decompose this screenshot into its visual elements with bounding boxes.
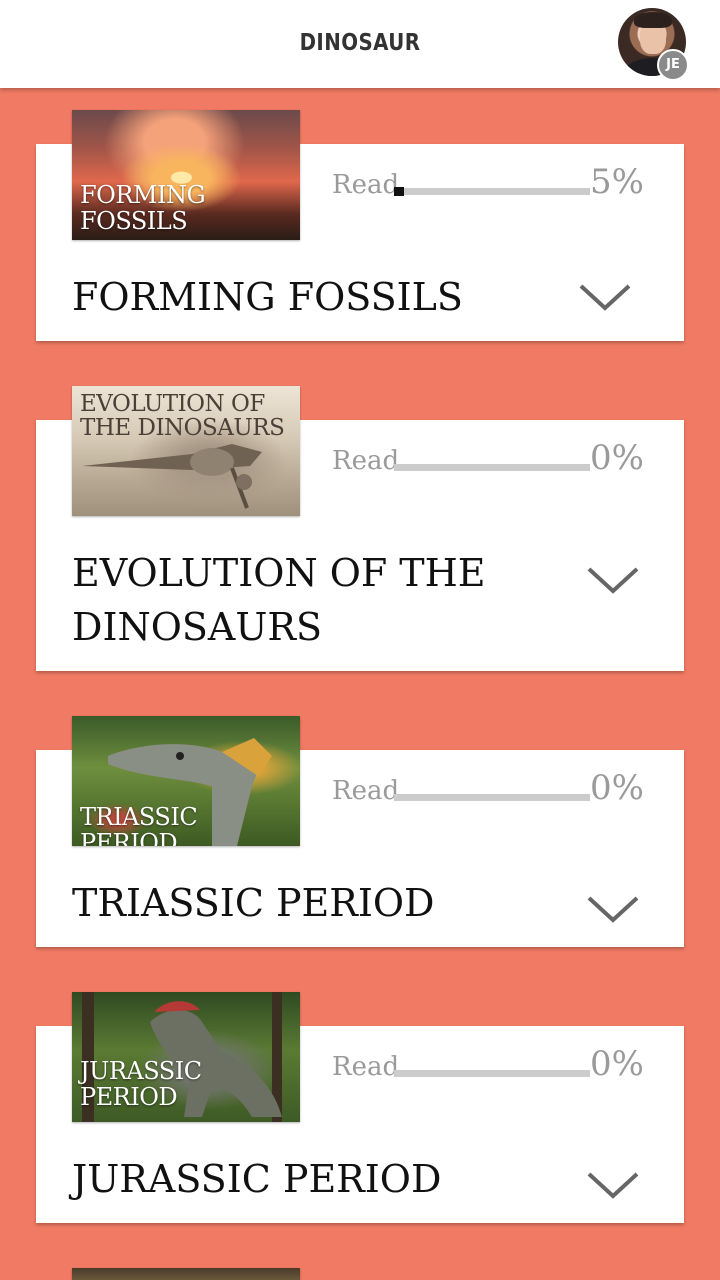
chevron-down-icon[interactable] [586, 565, 640, 597]
chevron-down-icon[interactable] [578, 282, 632, 314]
thumbnail-caption: JURASSIC PERIOD [80, 1057, 202, 1111]
read-percent: 0% [590, 768, 644, 808]
avatar-badge: JE [657, 49, 689, 81]
app-title: DINOSAUR [299, 30, 421, 56]
chevron-down-icon[interactable] [586, 894, 640, 926]
chapter-thumbnail[interactable]: FORMING FOSSILS [72, 110, 300, 240]
read-progress-track [394, 1070, 590, 1077]
read-label: Read [332, 1052, 400, 1082]
read-label: Read [332, 776, 400, 806]
avatar-hair [634, 12, 672, 28]
thumbnail-caption: FORMING FOSSILS [80, 181, 206, 235]
chapter-title: EVOLUTION OF THE DINOSAURS [72, 551, 486, 649]
read-label: Read [332, 170, 400, 200]
top-bar: DINOSAUR JE [0, 0, 720, 88]
chapter-thumbnail[interactable]: TRIASSIC PERIOD [72, 716, 300, 846]
read-percent: 0% [590, 1044, 644, 1084]
read-label: Read [332, 446, 400, 476]
chapter-title: FORMING FOSSILS [72, 275, 463, 319]
read-progress-track [394, 464, 590, 471]
read-progress-track [394, 794, 590, 801]
thumbnail-caption: EVOLUTION OF THE DINOSAURS [80, 391, 285, 441]
read-progress-fill [394, 187, 404, 196]
chapter-thumbnail[interactable]: JURASSIC PERIOD [72, 992, 300, 1122]
chevron-down-icon[interactable] [586, 1170, 640, 1202]
read-progress-track [394, 187, 590, 196]
chapter-title: TRIASSIC PERIOD [72, 881, 435, 925]
read-percent: 0% [590, 438, 644, 478]
read-percent: 5% [590, 162, 644, 202]
chapter-title: JURASSIC PERIOD [72, 1157, 442, 1201]
chapter-thumbnail[interactable]: EVOLUTION OF THE DINOSAURS [72, 386, 300, 516]
chapter-thumbnail[interactable] [72, 1268, 300, 1280]
thumbnail-caption: TRIASSIC PERIOD [80, 803, 198, 846]
